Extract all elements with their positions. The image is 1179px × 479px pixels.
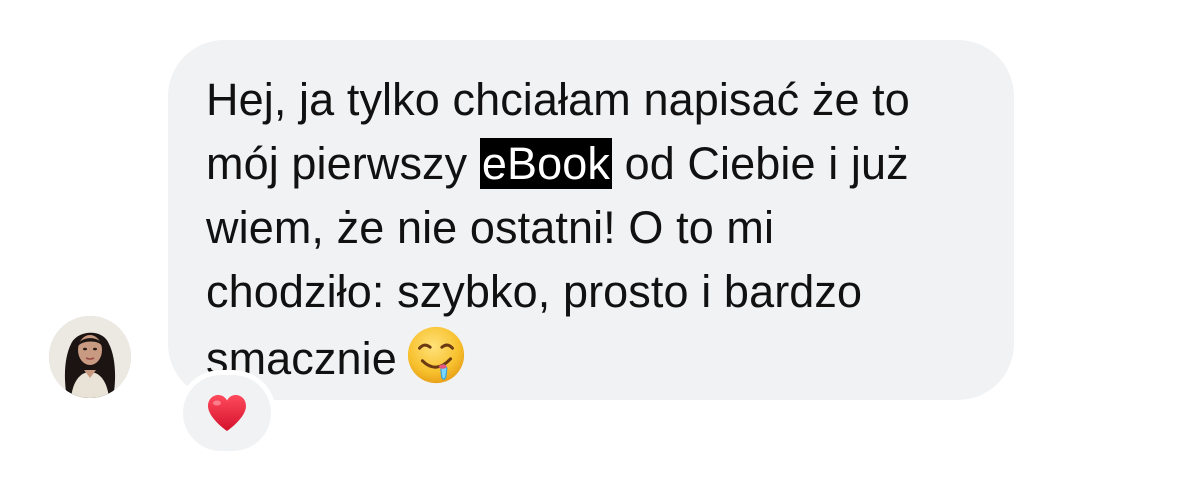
message-line-2-start: mój pierwszy — [206, 138, 480, 189]
red-heart-icon — [208, 395, 246, 431]
message-line-3: wiem, że nie ostatni! O to mi — [206, 202, 775, 253]
message-text: Hej, ja tylko chciałam napisać że to mój… — [206, 68, 1006, 391]
user-photo-icon — [49, 316, 131, 398]
message-bubble[interactable]: Hej, ja tylko chciałam napisać że to mój… — [168, 40, 1014, 400]
message-line-1: Hej, ja tylko chciałam napisać że to — [206, 74, 910, 125]
highlighted-word[interactable]: eBook — [479, 138, 612, 189]
drooling-face-icon — [405, 324, 467, 386]
avatar[interactable] — [49, 316, 131, 398]
message-line-2-end: od Ciebie i już — [611, 138, 909, 189]
message-line-4: chodziło: szybko, prosto i bardzo — [206, 266, 863, 317]
reaction-badge[interactable] — [183, 375, 271, 451]
chat-thread: Hej, ja tylko chciałam napisać że to mój… — [0, 0, 1179, 479]
